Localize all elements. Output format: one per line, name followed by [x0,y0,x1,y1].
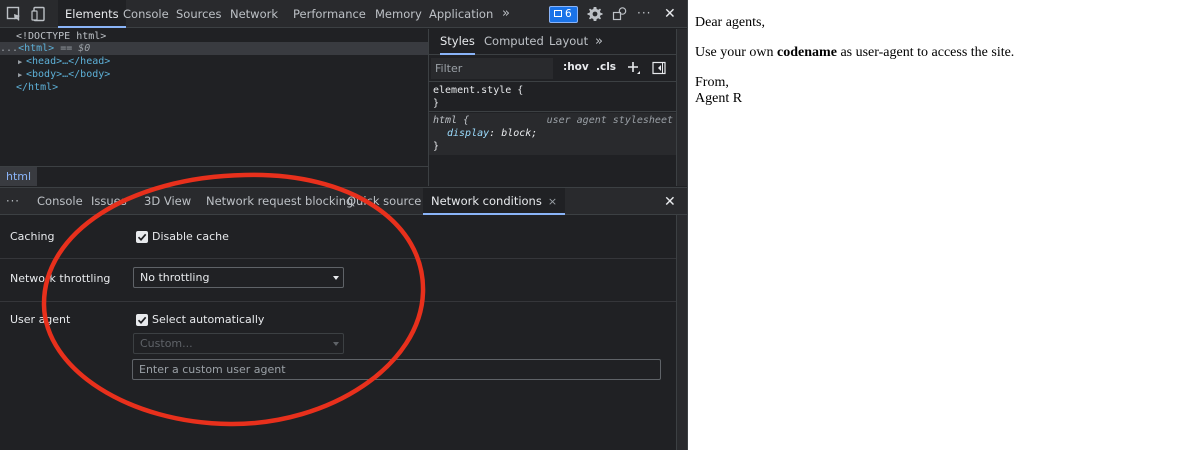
dom-node-head[interactable]: ▶ <head>…</head> [18,55,110,68]
breadcrumb-bar: html [0,166,428,186]
tab-network[interactable]: Network [230,0,278,28]
more-options-icon[interactable]: ··· [637,0,651,28]
hover-state-toggle[interactable]: :hov [563,61,589,73]
breadcrumb-html[interactable]: html [0,167,38,186]
signature-text: Agent R [695,91,743,106]
network-throttling-label: Network throttling [10,272,111,285]
dom-node-html-close[interactable]: </html> [16,81,58,94]
drawer-tab-3d-view[interactable]: 3D View [144,188,191,215]
more-tabs-chevron-icon[interactable]: » [502,0,510,28]
issues-count: 6 [565,8,572,20]
dom-tree: <!DOCTYPE html> ...<html> == $0 ▶ <head>…… [0,29,428,166]
tab-sources[interactable]: Sources [176,0,222,28]
close-drawer-icon[interactable]: ✕ [664,188,676,216]
network-conditions-tab-label: Network conditions [431,194,542,208]
instruction-bold-codename: codename [777,45,837,60]
styles-filter-row: :hov .cls [429,56,677,82]
device-toolbar-icon[interactable] [31,6,47,22]
devtools-panel: Elements Console Sources Network Perform… [0,0,688,450]
dom-node-body[interactable]: ▶ <body>…</body> [18,68,110,81]
inspect-element-icon[interactable] [6,6,22,22]
element-style-close-brace: } [433,98,440,109]
issues-badge[interactable]: 6 [549,6,578,23]
dom-node-html-selected[interactable]: ...<html> == $0 [0,42,428,55]
throttling-selected-value: No throttling [140,271,210,284]
styles-filter-input[interactable] [431,58,553,79]
drawer-tab-network-request-blocking[interactable]: Network request blocking [206,188,353,215]
tab-memory[interactable]: Memory [375,0,422,28]
close-devtools-icon[interactable]: ✕ [664,0,676,28]
selected-node-marker: == $0 [60,43,91,54]
drawer-tab-network-conditions[interactable]: Network conditions × [423,188,566,215]
drawer-menu-icon[interactable]: ··· [6,188,20,215]
drawer-tab-issues[interactable]: Issues [91,188,127,215]
user-agent-preset-value: Custom... [140,337,193,350]
element-style-selector: element.style { [433,85,524,96]
tab-performance[interactable]: Performance [293,0,366,28]
select-automatically-checkbox[interactable] [136,314,148,326]
new-style-rule-icon[interactable] [627,61,641,75]
issues-flag-icon [554,10,562,17]
remote-devices-icon[interactable] [612,6,628,22]
throttling-section: Network throttling No throttling [0,259,676,302]
class-toggle[interactable]: .cls [596,61,616,73]
styles-scrollbar[interactable] [676,29,687,186]
instruction-after: as user-agent to access the site. [836,45,1015,60]
instruction-before: Use your own [695,45,778,60]
tab-application[interactable]: Application [429,0,493,28]
user-agent-label: User agent [10,313,71,326]
rendered-webpage: Dear agents, Use your own codename as us… [689,0,1200,450]
custom-user-agent-input[interactable] [132,359,661,380]
ua-property-name: display [447,128,490,139]
tab-layout[interactable]: Layout [549,29,588,55]
network-conditions-panel: Caching Disable cache Network throttling… [0,215,676,450]
disable-cache-label: Disable cache [152,230,229,243]
dom-line-prefix: ... [0,43,19,54]
chevron-down-icon [333,276,339,280]
tab-elements[interactable]: Elements [58,0,126,28]
select-automatically-label: Select automatically [152,313,265,326]
toggle-sidebar-icon[interactable] [652,61,666,75]
signoff-text: From, [695,75,729,90]
devtools-main-tabbar: Elements Console Sources Network Perform… [0,0,687,28]
doctype-text: <!DOCTYPE html> [16,31,107,42]
ua-property-value: block; [501,128,538,139]
tab-computed[interactable]: Computed [484,29,544,55]
html-open-tag: <html> [18,43,55,54]
drawer-tab-console[interactable]: Console [37,188,83,215]
instruction-text: Use your own codename as user-agent to a… [695,45,1014,61]
tab-console[interactable]: Console [123,0,169,28]
ua-rule-selector: html { [433,115,470,126]
network-conditions-scrollbar[interactable] [676,215,687,450]
ua-rule-close-brace: } [433,141,440,152]
greeting-text: Dear agents, [695,15,765,30]
drawer-tabbar: ··· Console Issues 3D View Network reque… [0,187,687,216]
network-throttling-select[interactable]: No throttling [133,267,344,288]
user-agent-style-rule[interactable]: html {user agent stylesheet display: blo… [429,113,677,155]
head-tag: <head>…</head> [26,56,111,67]
caching-section: Caching Disable cache [0,215,676,259]
element-style-rule[interactable]: element.style { } [429,84,677,112]
ua-stylesheet-source: user agent stylesheet [546,115,673,126]
body-tag: <body>…</body> [26,69,111,80]
styles-tabbar: Styles Computed Layout » [429,29,677,55]
more-styles-tabs-chevron-icon[interactable]: » [595,29,603,55]
chevron-down-icon [333,342,339,346]
drawer-tab-quick-source[interactable]: Quick source [347,188,421,215]
user-agent-preset-select: Custom... [133,333,344,354]
close-tab-icon[interactable]: × [548,195,557,208]
tab-styles[interactable]: Styles [440,29,475,55]
styles-pane: Styles Computed Layout » :hov .cls eleme… [428,29,677,186]
disable-cache-checkbox[interactable] [136,231,148,243]
html-close-tag: </html> [16,82,59,93]
settings-gear-icon[interactable] [587,6,603,22]
caching-label: Caching [10,230,55,243]
